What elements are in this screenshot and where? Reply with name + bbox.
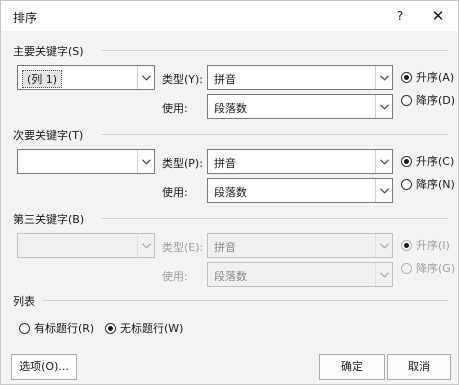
secondary-use-select[interactable]: 段落数 — [207, 178, 393, 203]
chevron-down-icon[interactable] — [137, 234, 154, 257]
primary-type-label: 类型(Y): — [162, 73, 204, 86]
third-use-select[interactable]: 段落数 — [207, 262, 393, 287]
list-heading: 列表 — [13, 295, 35, 308]
primary-key-heading: 主要关键字(S) — [13, 45, 84, 58]
radio-unselected-icon[interactable] — [401, 94, 412, 106]
secondary-type-value: 拼音 — [214, 157, 236, 170]
help-button[interactable]: ? — [389, 6, 411, 26]
header-row-label: 有标题行(R) — [34, 322, 95, 335]
primary-type-select[interactable]: 拼音 — [207, 65, 393, 90]
chevron-down-icon[interactable] — [375, 179, 392, 202]
third-type-value: 拼音 — [214, 241, 236, 254]
third-key-column-select[interactable] — [17, 233, 155, 258]
secondary-descending-label: 降序(N) — [416, 178, 455, 191]
third-key-divider — [101, 218, 448, 219]
secondary-key-divider — [101, 134, 448, 135]
options-button[interactable]: 选项(O)... — [11, 354, 77, 380]
sort-dialog: 排序 ? ✕ 主要关键字(S) (列 1) 类型(Y): 拼音 使用: 段落数 … — [0, 0, 459, 385]
ok-button[interactable]: 确定 — [319, 354, 385, 380]
radio-unselected-icon[interactable] — [401, 178, 412, 190]
primary-key-column-value: (列 1) — [22, 70, 63, 88]
header-row-radio[interactable]: 有标题行(R) — [19, 320, 94, 336]
secondary-type-label: 类型(P): — [162, 157, 203, 170]
third-descending-radio[interactable]: 降序(G) — [401, 260, 455, 276]
chevron-down-icon[interactable] — [375, 263, 392, 286]
list-divider — [43, 300, 448, 301]
radio-selected-icon[interactable] — [401, 71, 412, 83]
primary-ascending-radio[interactable]: 升序(A) — [401, 69, 454, 85]
primary-descending-radio[interactable]: 降序(D) — [401, 92, 455, 108]
radio-selected-icon[interactable] — [401, 155, 412, 167]
secondary-use-label: 使用: — [162, 186, 188, 199]
primary-use-select[interactable]: 段落数 — [207, 94, 393, 119]
third-type-label: 类型(E): — [162, 241, 204, 254]
dialog-title: 排序 — [13, 11, 38, 25]
primary-key-column-select[interactable]: (列 1) — [17, 65, 155, 90]
primary-type-value: 拼音 — [214, 73, 236, 86]
cancel-button[interactable]: 取消 — [387, 354, 451, 380]
radio-selected-icon[interactable] — [105, 322, 116, 334]
secondary-type-select[interactable]: 拼音 — [207, 149, 393, 174]
third-type-select[interactable]: 拼音 — [207, 233, 393, 258]
primary-use-value: 段落数 — [214, 102, 247, 115]
primary-ascending-label: 升序(A) — [416, 71, 455, 84]
primary-key-divider — [101, 50, 448, 51]
chevron-down-icon[interactable] — [375, 150, 392, 173]
secondary-use-value: 段落数 — [214, 186, 247, 199]
secondary-ascending-radio[interactable]: 升序(C) — [401, 153, 454, 169]
primary-use-label: 使用: — [162, 102, 188, 115]
third-use-value: 段落数 — [214, 270, 247, 283]
secondary-descending-radio[interactable]: 降序(N) — [401, 176, 455, 192]
radio-selected-icon[interactable] — [401, 239, 412, 251]
third-ascending-label: 升序(I) — [416, 239, 450, 252]
third-key-heading: 第三关键字(B) — [13, 213, 85, 226]
radio-unselected-icon[interactable] — [401, 262, 412, 274]
chevron-down-icon[interactable] — [375, 66, 392, 89]
no-header-row-radio[interactable]: 无标题行(W) — [105, 320, 183, 336]
title-bar: 排序 ? ✕ — [1, 1, 458, 31]
secondary-ascending-label: 升序(C) — [416, 155, 455, 168]
primary-descending-label: 降序(D) — [416, 94, 456, 107]
chevron-down-icon[interactable] — [137, 66, 154, 89]
secondary-key-heading: 次要关键字(T) — [13, 129, 84, 142]
third-descending-label: 降序(G) — [416, 262, 456, 275]
close-button[interactable]: ✕ — [427, 6, 449, 26]
no-header-row-label: 无标题行(W) — [120, 322, 184, 335]
chevron-down-icon[interactable] — [137, 150, 154, 173]
radio-unselected-icon[interactable] — [19, 322, 30, 334]
secondary-key-column-select[interactable] — [17, 149, 155, 174]
chevron-down-icon[interactable] — [375, 234, 392, 257]
third-use-label: 使用: — [162, 270, 188, 283]
chevron-down-icon[interactable] — [375, 95, 392, 118]
third-ascending-radio[interactable]: 升序(I) — [401, 237, 450, 253]
